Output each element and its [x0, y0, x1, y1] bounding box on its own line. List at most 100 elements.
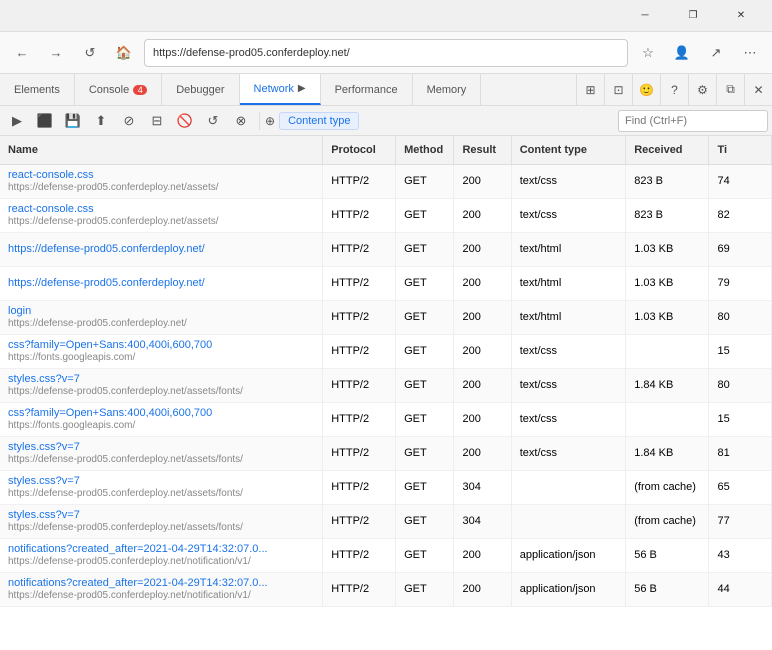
request-name: https://defense-prod05.conferdeploy.net/ [8, 243, 298, 255]
header-name[interactable]: Name [0, 136, 323, 164]
cell-contentType: text/css [511, 164, 626, 198]
cell-contentType: text/css [511, 436, 626, 470]
share-button[interactable]: ↗ [702, 39, 730, 67]
content-type-filter[interactable]: Content type [279, 112, 359, 130]
cell-method: GET [396, 198, 454, 232]
devtools-close-icon[interactable]: ✕ [744, 74, 772, 105]
request-name: https://defense-prod05.conferdeploy.net/ [8, 277, 298, 289]
table-row[interactable]: loginhttps://defense-prod05.conferdeploy… [0, 300, 772, 334]
close-button[interactable]: ✕ [718, 0, 764, 32]
cell-protocol: HTTP/2 [323, 538, 396, 572]
request-url: https://defense-prod05.conferdeploy.net/… [8, 522, 298, 533]
header-result[interactable]: Result [454, 136, 511, 164]
devtools-dock-icon[interactable]: ⊡ [604, 74, 632, 105]
reload-button[interactable]: ↺ [200, 110, 226, 132]
request-url: https://defense-prod05.conferdeploy.net/… [8, 556, 298, 567]
request-url: https://fonts.googleapis.com/ [8, 420, 298, 431]
table-row[interactable]: https://defense-prod05.conferdeploy.net/… [0, 266, 772, 300]
cell-result: 304 [454, 470, 511, 504]
header-content-type[interactable]: Content type [511, 136, 626, 164]
table-row[interactable]: react-console.csshttps://defense-prod05.… [0, 164, 772, 198]
undock-icon[interactable]: ⧉ [716, 74, 744, 105]
table-row[interactable]: react-console.csshttps://defense-prod05.… [0, 198, 772, 232]
tab-performance[interactable]: Performance [321, 74, 413, 105]
table-row[interactable]: styles.css?v=7https://defense-prod05.con… [0, 368, 772, 402]
disable-cache-button[interactable]: ⊗ [228, 110, 254, 132]
cell-result: 200 [454, 164, 511, 198]
table-row[interactable]: notifications?created_after=2021-04-29T1… [0, 538, 772, 572]
refresh-button[interactable]: ↺ [76, 39, 104, 67]
save-har-button[interactable]: 💾 [60, 110, 86, 132]
cell-name: loginhttps://defense-prod05.conferdeploy… [0, 300, 323, 334]
tab-spacer [481, 74, 576, 105]
cell-received [626, 334, 709, 368]
cell-time: 15 [709, 334, 772, 368]
cell-received: (from cache) [626, 470, 709, 504]
cell-method: GET [396, 470, 454, 504]
minimize-button[interactable]: ─ [622, 0, 668, 32]
bookmark-button[interactable]: ☆ [634, 39, 662, 67]
header-protocol[interactable]: Protocol [323, 136, 396, 164]
forward-button[interactable]: → [42, 39, 70, 67]
cell-received: 1.03 KB [626, 266, 709, 300]
cell-time: 80 [709, 300, 772, 334]
options-button[interactable]: ⊟ [144, 110, 170, 132]
cell-name: notifications?created_after=2021-04-29T1… [0, 572, 323, 606]
cell-received [626, 402, 709, 436]
cell-method: GET [396, 538, 454, 572]
cell-method: GET [396, 572, 454, 606]
address-bar[interactable] [144, 39, 628, 67]
settings-icon[interactable]: ⚙ [688, 74, 716, 105]
cell-time: 79 [709, 266, 772, 300]
block-requests-button[interactable]: 🚫 [172, 110, 198, 132]
cell-result: 200 [454, 538, 511, 572]
header-method[interactable]: Method [396, 136, 454, 164]
profile-button[interactable]: 👤 [668, 39, 696, 67]
request-url: https://defense-prod05.conferdeploy.net/… [8, 590, 298, 601]
header-time[interactable]: Ti [709, 136, 772, 164]
table-row[interactable]: styles.css?v=7https://defense-prod05.con… [0, 470, 772, 504]
back-button[interactable]: ← [8, 39, 36, 67]
filter-icon[interactable]: ⊞ [576, 74, 604, 105]
cell-protocol: HTTP/2 [323, 266, 396, 300]
maximize-button[interactable]: ❐ [670, 0, 716, 32]
tab-elements[interactable]: Elements [0, 74, 75, 105]
network-table-container[interactable]: Name Protocol Method Result Content type… [0, 136, 772, 650]
stop-button[interactable]: ⬛ [32, 110, 58, 132]
import-har-button[interactable]: ⬆ [88, 110, 114, 132]
request-name: login [8, 305, 298, 317]
request-name: react-console.css [8, 169, 298, 181]
table-row[interactable]: notifications?created_after=2021-04-29T1… [0, 572, 772, 606]
table-row[interactable]: styles.css?v=7https://defense-prod05.con… [0, 436, 772, 470]
request-name: styles.css?v=7 [8, 509, 298, 521]
request-name: notifications?created_after=2021-04-29T1… [8, 543, 298, 555]
help-icon[interactable]: ? [660, 74, 688, 105]
home-button[interactable]: 🏠 [110, 39, 138, 67]
tab-memory[interactable]: Memory [413, 74, 482, 105]
menu-button[interactable]: ⋯ [736, 39, 764, 67]
tab-console[interactable]: Console 4 [75, 74, 162, 105]
table-row[interactable]: styles.css?v=7https://defense-prod05.con… [0, 504, 772, 538]
cell-method: GET [396, 266, 454, 300]
table-row[interactable]: css?family=Open+Sans:400,400i,600,700htt… [0, 402, 772, 436]
find-input[interactable] [618, 110, 768, 132]
cell-protocol: HTTP/2 [323, 470, 396, 504]
cell-protocol: HTTP/2 [323, 232, 396, 266]
filter-urls-button[interactable]: ⊘ [116, 110, 142, 132]
table-row[interactable]: https://defense-prod05.conferdeploy.net/… [0, 232, 772, 266]
request-url: https://defense-prod05.conferdeploy.net/… [8, 386, 298, 397]
cell-received: 1.03 KB [626, 300, 709, 334]
cell-name: css?family=Open+Sans:400,400i,600,700htt… [0, 334, 323, 368]
tab-performance-label: Performance [335, 84, 398, 96]
cell-method: GET [396, 402, 454, 436]
header-received[interactable]: Received [626, 136, 709, 164]
play-button[interactable]: ▶ [4, 110, 30, 132]
tab-debugger[interactable]: Debugger [162, 74, 239, 105]
tab-network[interactable]: Network ▶ [240, 74, 321, 105]
table-row[interactable]: css?family=Open+Sans:400,400i,600,700htt… [0, 334, 772, 368]
tab-memory-label: Memory [427, 84, 467, 96]
cell-protocol: HTTP/2 [323, 402, 396, 436]
cell-result: 200 [454, 232, 511, 266]
cell-result: 200 [454, 334, 511, 368]
emoji-icon[interactable]: 🙂 [632, 74, 660, 105]
